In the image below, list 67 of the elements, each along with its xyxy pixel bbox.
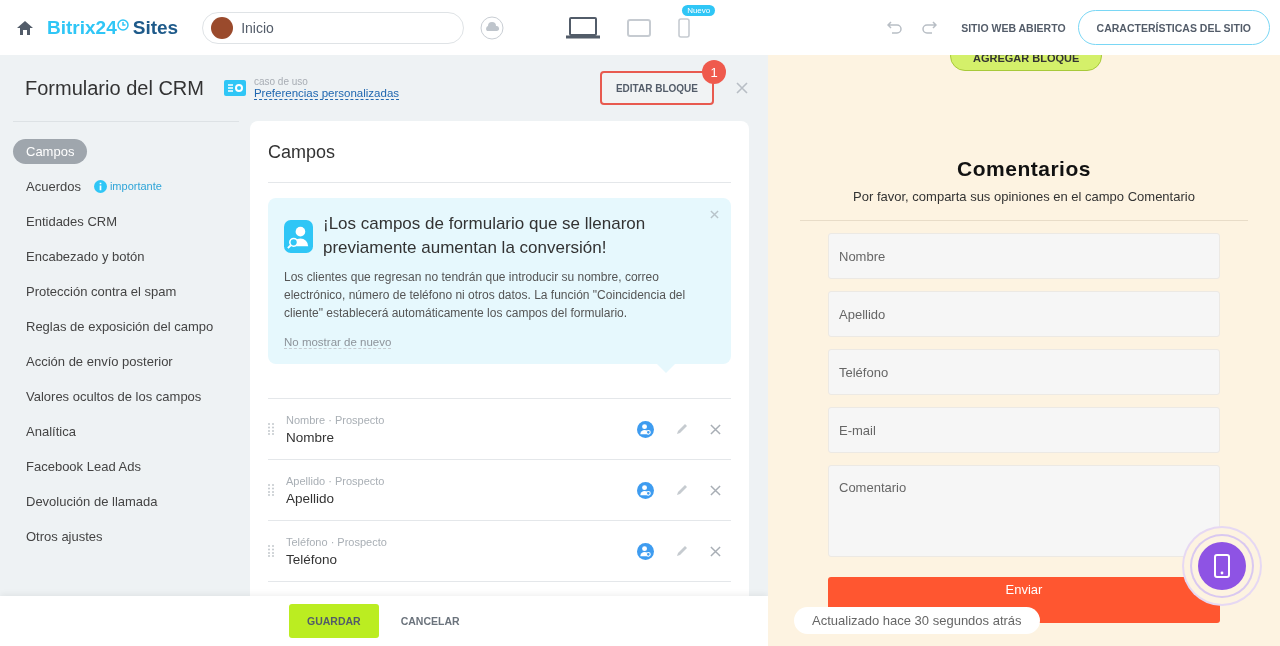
sidebar-item[interactable]: Acuerdos — [13, 173, 94, 199]
field-name: Apellido — [286, 490, 336, 506]
form-subtitle: Por favor, comparta sus opiniones en el campo Comentario — [800, 189, 1248, 221]
save-button[interactable]: GUARDAR — [289, 604, 379, 638]
logo-text: Sites — [132, 16, 179, 39]
info-icon — [93, 179, 107, 193]
undo-icon[interactable] — [887, 20, 904, 35]
tablet-icon[interactable] — [627, 18, 652, 37]
cloud-icon[interactable] — [480, 15, 505, 40]
use-case-label: caso de uso — [253, 76, 309, 87]
pencil-icon[interactable] — [676, 484, 688, 496]
sidebar-item[interactable]: Reglas de exposición del campo — [13, 313, 227, 339]
field-caption: Apellido · Prospecto — [286, 474, 386, 487]
status-toast: Actualizado hace 30 segundos atrás — [794, 607, 1040, 634]
user-search-icon[interactable] — [637, 420, 654, 438]
drag-handle-icon[interactable] — [268, 545, 274, 557]
home-icon[interactable] — [17, 20, 33, 35]
input-field[interactable]: Apellido — [828, 291, 1220, 337]
field-caption: Nombre · Prospecto — [286, 413, 386, 426]
input-field[interactable]: E-mail — [828, 407, 1220, 453]
drag-handle-icon[interactable] — [268, 423, 274, 435]
field-name: Teléfono — [286, 551, 339, 567]
sidebar-item[interactable]: Facebook Lead Ads — [13, 453, 154, 479]
panel-title: Formulario del CRM — [25, 76, 204, 100]
close-icon[interactable] — [710, 210, 719, 219]
field-caption: Teléfono · Prospecto — [286, 535, 388, 548]
user-search-icon — [284, 219, 313, 253]
open-site-link[interactable]: SITIO WEB ABIERTO — [961, 21, 1066, 34]
page-thumbnail — [211, 16, 234, 39]
sidebar-item[interactable]: Valores ocultos de los campos — [13, 383, 215, 409]
pencil-icon[interactable] — [676, 423, 688, 435]
phone-icon — [1214, 554, 1230, 578]
drag-handle-icon[interactable] — [268, 484, 274, 496]
close-icon[interactable] — [710, 545, 721, 557]
sidebar-item[interactable]: Encabezado y botón — [13, 243, 158, 269]
field-name: Nombre — [286, 429, 335, 445]
laptop-icon[interactable] — [566, 16, 601, 39]
close-icon[interactable] — [710, 484, 721, 496]
clock-icon — [116, 18, 129, 31]
cancel-button[interactable]: CANCELAR — [394, 614, 466, 628]
sidebar-item[interactable]: Otros ajustes — [13, 523, 116, 549]
user-search-icon[interactable] — [637, 542, 654, 560]
form-title: Comentarios — [957, 157, 1091, 181]
pencil-icon[interactable] — [676, 545, 688, 557]
sidebar-item[interactable]: Entidades CRM — [13, 208, 131, 234]
step-badge: 1 — [702, 60, 726, 84]
settings-icon — [223, 80, 246, 96]
sidebar-item[interactable]: Analítica — [13, 418, 89, 444]
input-field[interactable]: Teléfono — [828, 349, 1220, 395]
notice-text: Los clientes que regresan no tendrán que introducir su nombre, correo electrónico, número de teléfono ni otros datos. La función "Coincidencia del cliente" establecerá automáticamente los campos del formulario. — [284, 269, 687, 322]
input-field[interactable]: Nombre — [828, 233, 1220, 279]
redo-icon[interactable] — [921, 20, 938, 35]
sidebar-item[interactable]: Acción de envío posterior — [13, 348, 186, 374]
add-block-button[interactable]: AGREGAR BLOQUE — [950, 55, 1103, 71]
site-settings-button[interactable]: CARACTERÍSTICAS DEL SITIO — [1077, 10, 1270, 45]
new-badge: Nuevo — [682, 4, 716, 16]
close-icon[interactable] — [736, 82, 748, 94]
notice-title: ¡Los campos de formulario que se llenaron previamente aumentan la conversión! — [323, 213, 647, 259]
card-title: Campos — [268, 121, 731, 183]
sidebar-item[interactable]: Devolución de llamada — [13, 488, 171, 514]
comment-field[interactable]: Comentario — [828, 465, 1220, 557]
user-search-icon[interactable] — [637, 481, 654, 499]
phone-icon[interactable] — [678, 17, 691, 38]
use-case-link[interactable]: Preferencias personalizadas — [253, 87, 400, 100]
sidebar-item[interactable]: Protección contra el spam — [13, 278, 190, 304]
logo-text: Bitrix24 — [47, 16, 117, 39]
close-icon[interactable] — [710, 423, 721, 435]
